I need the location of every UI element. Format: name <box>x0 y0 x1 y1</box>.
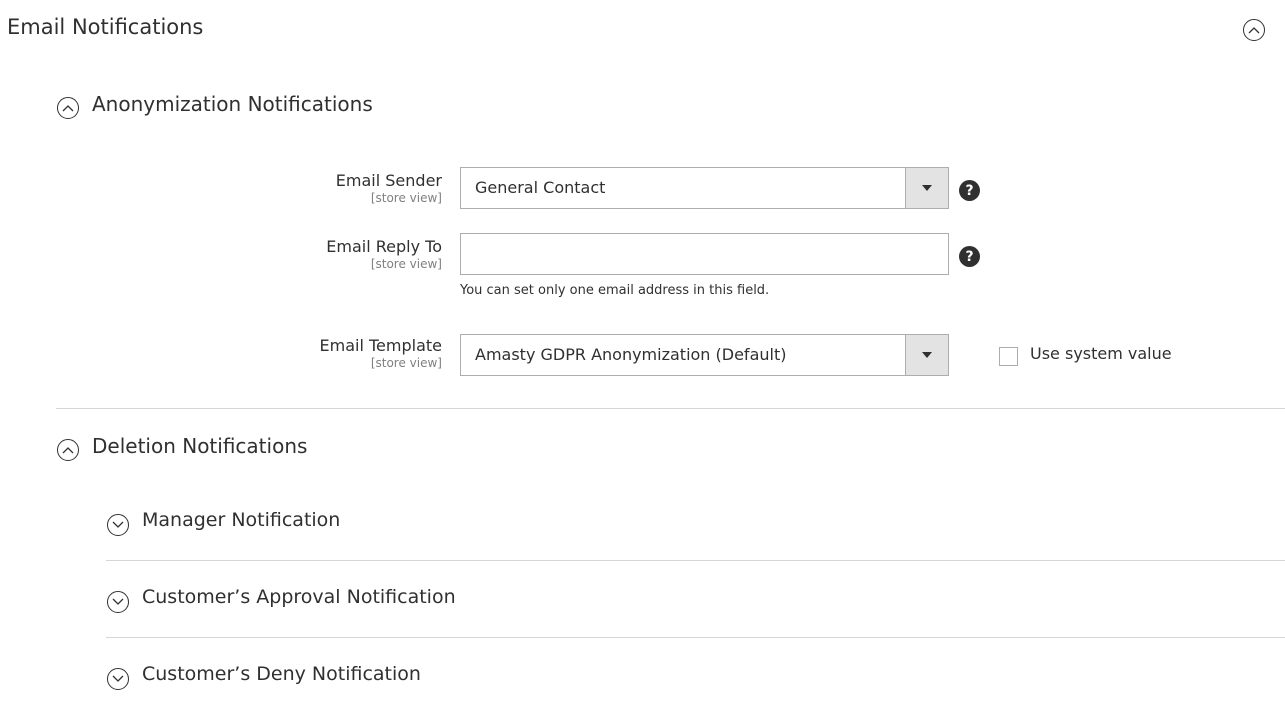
email-template-scope: [store view] <box>370 356 442 370</box>
section-divider <box>56 408 1285 409</box>
email-sender-label-group: Email Sender [store view] <box>336 171 442 206</box>
section-title-deny-notification[interactable]: Customer’s Deny Notification <box>142 663 421 685</box>
dropdown-arrow-icon[interactable] <box>905 168 948 208</box>
help-icon[interactable]: ? <box>959 180 980 201</box>
collapse-toggle-icon[interactable] <box>1243 19 1265 41</box>
dropdown-arrow-icon[interactable] <box>905 335 948 375</box>
email-reply-to-label: Email Reply To <box>326 237 442 256</box>
expand-approval-notification-icon[interactable] <box>107 591 129 613</box>
help-icon[interactable]: ? <box>959 246 980 267</box>
use-system-value-label[interactable]: Use system value <box>1030 344 1172 363</box>
email-reply-to-scope: [store view] <box>370 257 442 271</box>
email-template-label-group: Email Template [store view] <box>320 336 442 371</box>
use-system-value-checkbox[interactable] <box>999 347 1018 366</box>
email-reply-to-note: You can set only one email address in th… <box>460 283 770 298</box>
email-template-value: Amasty GDPR Anonymization (Default) <box>475 345 787 364</box>
section-divider <box>106 560 1285 561</box>
email-reply-to-input[interactable] <box>460 233 949 275</box>
section-divider <box>106 637 1285 638</box>
email-reply-to-label-group: Email Reply To [store view] <box>326 237 442 272</box>
section-title-manager-notification[interactable]: Manager Notification <box>142 509 340 531</box>
section-title-deletion[interactable]: Deletion Notifications <box>92 434 307 458</box>
email-template-select[interactable]: Amasty GDPR Anonymization (Default) <box>460 334 949 376</box>
email-template-label: Email Template <box>319 336 442 355</box>
collapse-deletion-icon[interactable] <box>57 439 79 461</box>
section-title-approval-notification[interactable]: Customer’s Approval Notification <box>142 586 456 608</box>
expand-deny-notification-icon[interactable] <box>107 668 129 690</box>
collapse-anonymization-icon[interactable] <box>57 97 79 119</box>
email-sender-value: General Contact <box>475 178 606 197</box>
section-title-email-notifications[interactable]: Email Notifications <box>7 15 203 39</box>
expand-manager-notification-icon[interactable] <box>107 514 129 536</box>
email-sender-select[interactable]: General Contact <box>460 167 949 209</box>
email-sender-label: Email Sender <box>335 171 442 190</box>
email-notifications-config: Email Notifications Anonymization Notifi… <box>0 0 1285 715</box>
section-title-anonymization[interactable]: Anonymization Notifications <box>92 92 373 116</box>
email-sender-scope: [store view] <box>370 191 442 205</box>
